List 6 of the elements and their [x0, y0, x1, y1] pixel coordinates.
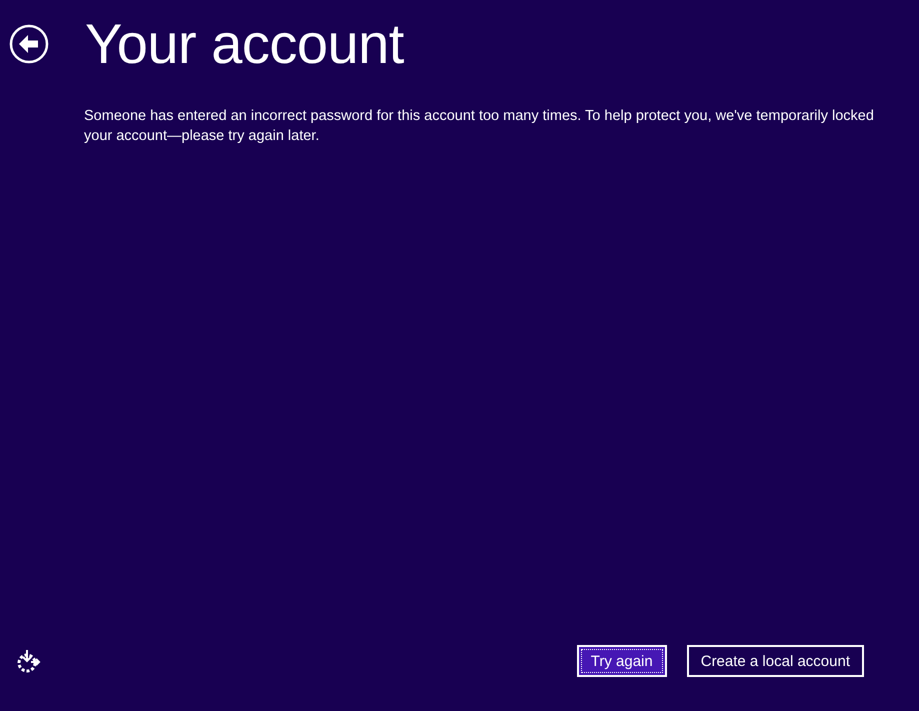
page-title: Your account: [85, 12, 404, 76]
back-icon[interactable]: [9, 24, 49, 64]
action-button[interactable]: Try again: [576, 645, 667, 677]
lock-message: Someone has entered an incorrect password for this account too many times. To help protect you, we've temporarily locked your account—please try again later.: [84, 107, 874, 146]
action-button[interactable]: Create a local account: [686, 645, 864, 677]
ease-of-access-icon[interactable]: [15, 648, 43, 674]
